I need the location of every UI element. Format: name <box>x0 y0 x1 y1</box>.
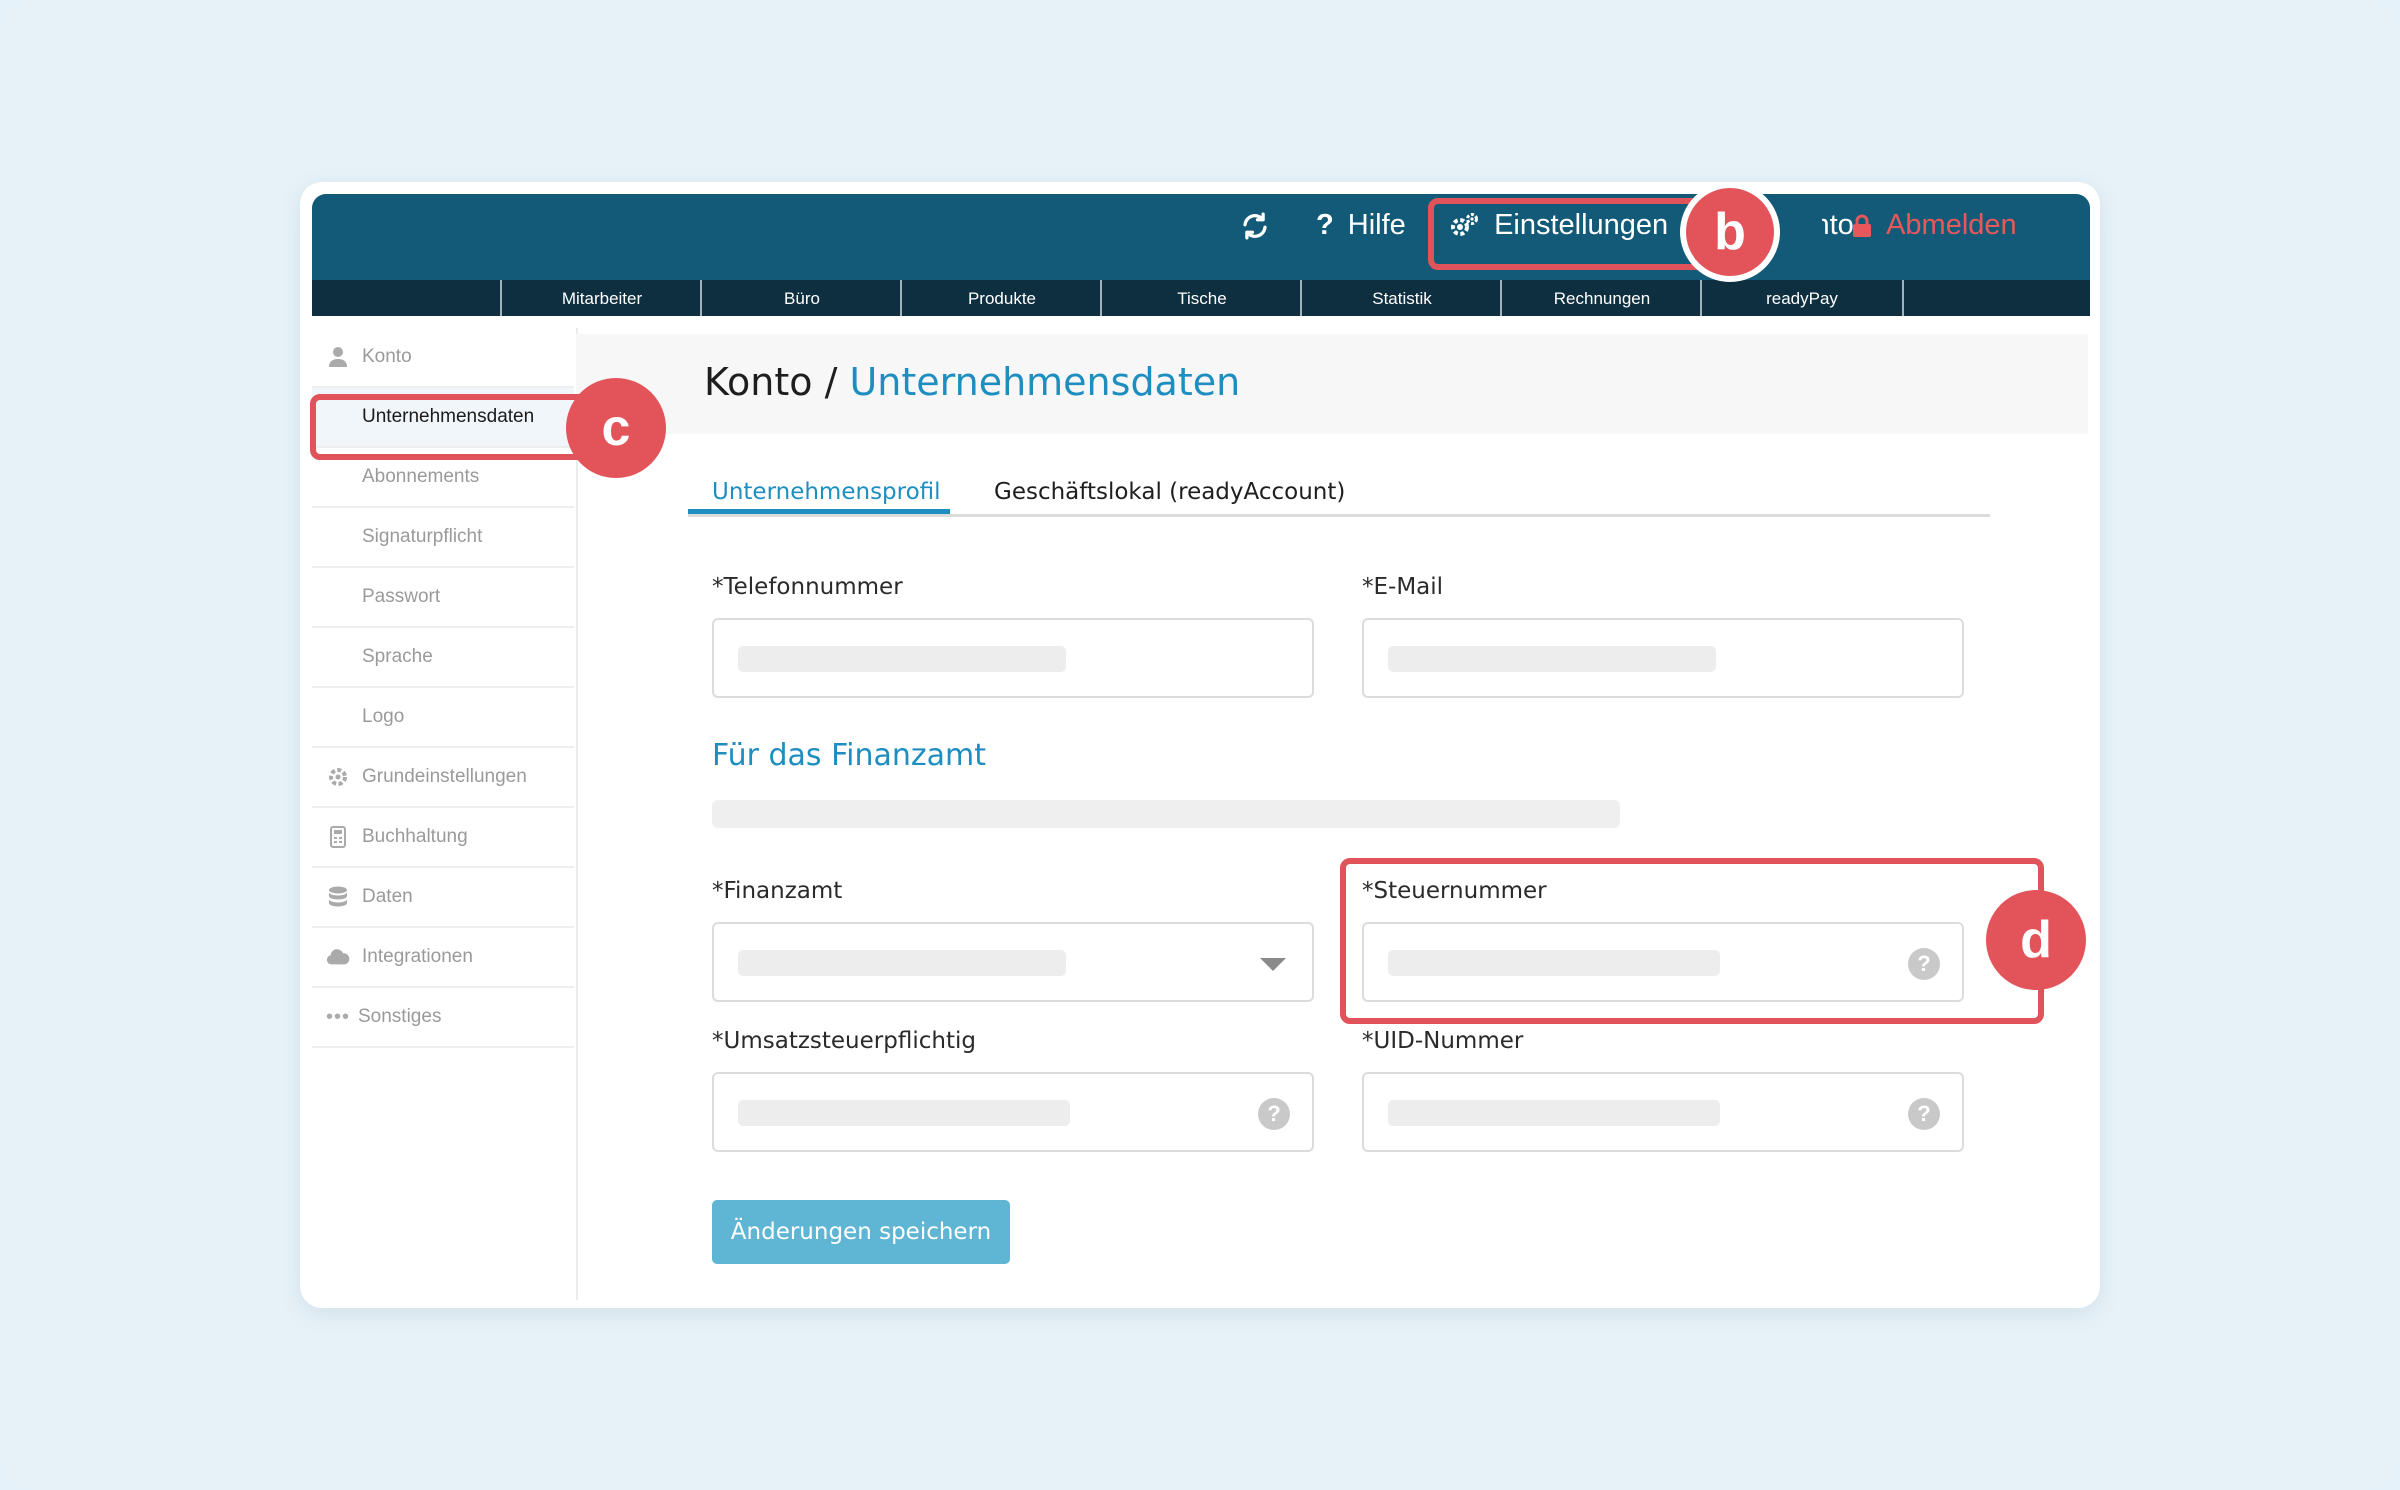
calculator-icon <box>326 808 350 866</box>
database-icon <box>326 868 350 926</box>
field-placeholder <box>738 950 1066 976</box>
sidebar-item-sonstiges[interactable]: ••• Sonstiges <box>312 988 574 1048</box>
sidebar-item-konto[interactable]: Konto <box>312 328 574 388</box>
callout-badge-c: c <box>566 378 666 478</box>
sidebar-item-grundeinstellungen[interactable]: Grundeinstellungen <box>312 748 574 808</box>
phone-label: *Telefonnummer <box>712 574 903 600</box>
nav-item-statistik[interactable]: Statistik <box>1300 280 1502 316</box>
cloud-icon <box>326 928 350 986</box>
section-title: Für das Finanzamt <box>712 738 987 773</box>
tab-unternehmensprofil[interactable]: Unternehmensprofil <box>712 472 941 514</box>
help-link[interactable]: ? Hilfe <box>1316 194 1406 256</box>
sidebar-item-label: Passwort <box>362 586 441 607</box>
main-nav: Mitarbeiter Büro Produkte Tische Statist… <box>312 280 2090 316</box>
sidebar-item-label: Integrationen <box>362 946 473 967</box>
sidebar-item-integrationen[interactable]: Integrationen <box>312 928 574 988</box>
finanzamt-label: *Finanzamt <box>712 878 843 904</box>
nav-item-rechnungen[interactable]: Rechnungen <box>1500 280 1702 316</box>
refresh-icon <box>1243 212 1267 240</box>
question-icon: ? <box>1316 209 1334 241</box>
callout-box-c <box>310 394 592 460</box>
help-icon[interactable]: ? <box>1908 1098 1940 1130</box>
lock-icon <box>1853 214 1871 238</box>
tab-geschaeftslokal[interactable]: Geschäftslokal (readyAccount) <box>994 472 1345 514</box>
help-icon[interactable]: ? <box>1258 1098 1290 1130</box>
sidebar-item-sprache[interactable]: Sprache <box>312 628 574 688</box>
email-label: *E-Mail <box>1362 574 1444 600</box>
ellipsis-icon: ••• <box>326 1006 351 1028</box>
nav-item-buero[interactable]: Büro <box>700 280 902 316</box>
breadcrumb-separator: / <box>812 360 850 404</box>
save-button[interactable]: Änderungen speichern <box>712 1200 1010 1264</box>
sidebar-item-label: Daten <box>362 886 413 907</box>
sidebar-item-label: Buchhaltung <box>362 826 468 847</box>
sidebar: Konto Unternehmensdaten Abonnements Sign… <box>312 328 578 1300</box>
uid-field[interactable]: ? <box>1362 1072 1964 1152</box>
logout-link[interactable]: Abmelden <box>1852 194 2017 256</box>
field-placeholder <box>1388 646 1716 672</box>
sidebar-item-logo[interactable]: Logo <box>312 688 574 748</box>
email-field[interactable] <box>1362 618 1964 698</box>
sidebar-item-label: Konto <box>362 346 412 367</box>
user-icon <box>326 328 350 386</box>
uid-label: *UID-Nummer <box>1362 1028 1524 1054</box>
sidebar-item-signaturpflicht[interactable]: Signaturpflicht <box>312 508 574 568</box>
breadcrumb-current: Unternehmensdaten <box>849 360 1241 404</box>
phone-field[interactable] <box>712 618 1314 698</box>
active-tab-indicator <box>688 509 950 514</box>
field-placeholder <box>738 646 1066 672</box>
sidebar-item-label: Logo <box>362 706 405 727</box>
callout-badge-d: d <box>1986 890 2086 990</box>
app-window: ? Hilfe Einstellungen Konto Abmelden Mit… <box>300 182 2100 1308</box>
gear-icon <box>326 748 350 806</box>
callout-box-d <box>1340 858 2044 1024</box>
sidebar-item-label: Signaturpflicht <box>362 526 483 547</box>
chevron-down-icon <box>1260 958 1286 971</box>
callout-box-b <box>1428 198 1716 270</box>
sidebar-item-buchhaltung[interactable]: Buchhaltung <box>312 808 574 868</box>
sidebar-item-label: Sprache <box>362 646 433 667</box>
umsatz-label: *Umsatzsteuerpflichtig <box>712 1028 976 1054</box>
finanzamt-select[interactable] <box>712 922 1314 1002</box>
nav-item-produkte[interactable]: Produkte <box>900 280 1102 316</box>
nav-item-tische[interactable]: Tische <box>1100 280 1302 316</box>
sidebar-item-label: Sonstiges <box>358 1006 442 1027</box>
breadcrumb-root[interactable]: Konto <box>704 360 813 404</box>
help-label: Hilfe <box>1347 209 1406 241</box>
page-title: Konto / Unternehmensdaten <box>704 360 1240 404</box>
refresh-button[interactable] <box>1240 194 1270 256</box>
umsatzsteuerpflichtig-field[interactable]: ? <box>712 1072 1314 1152</box>
sidebar-item-label: Grundeinstellungen <box>362 766 527 787</box>
callout-badge-b: b <box>1680 182 1780 282</box>
sidebar-item-passwort[interactable]: Passwort <box>312 568 574 628</box>
nav-item-readypay[interactable]: readyPay <box>1700 280 1904 316</box>
sidebar-item-daten[interactable]: Daten <box>312 868 574 928</box>
nav-item-mitarbeiter[interactable]: Mitarbeiter <box>500 280 702 316</box>
field-placeholder <box>1388 1100 1720 1126</box>
field-placeholder <box>738 1100 1070 1126</box>
section-description <box>712 800 1620 828</box>
logout-label: Abmelden <box>1886 209 2017 241</box>
